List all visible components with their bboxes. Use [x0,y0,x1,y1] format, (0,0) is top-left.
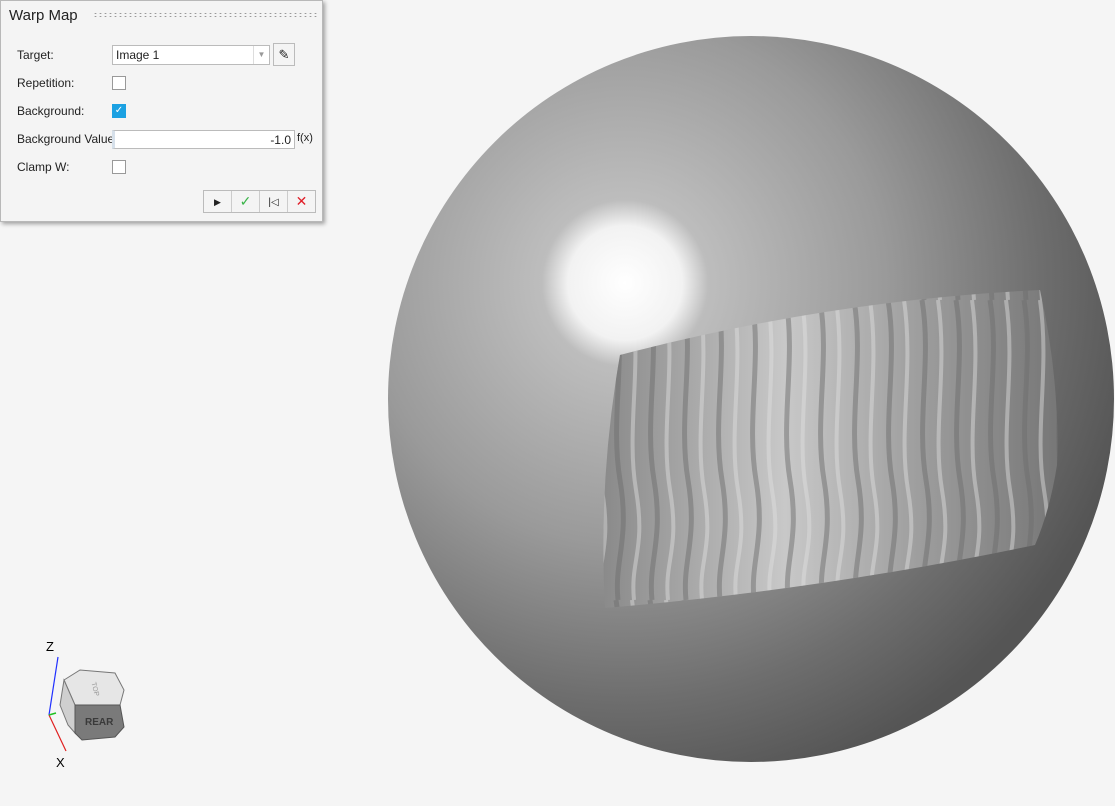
background-checkbox[interactable]: ✓ [112,104,126,118]
play-icon: ▶ [214,197,221,207]
action-buttons: ▶ ✓ |◁ ✕ [203,190,316,213]
drag-handle[interactable] [93,12,317,18]
z-axis [48,656,59,716]
warp-map-panel: Warp Map Target: Image 1 ▼ ✎ Repetition: … [0,0,323,222]
edit-icon: ✎ [278,47,290,62]
apply-button[interactable]: ✓ [232,191,260,212]
function-icon[interactable]: f(x) [297,132,313,144]
repetition-checkbox[interactable] [112,76,126,90]
y-axis [48,712,57,716]
chevron-down-icon[interactable]: ▼ [253,46,269,64]
clamp-w-checkbox[interactable] [112,160,126,174]
target-value: Image 1 [116,48,160,62]
run-button[interactable]: ▶ [204,191,232,212]
background-value-text: -1.0 [270,133,291,147]
reset-button[interactable]: |◁ [260,191,288,212]
background-value-label: Background Value: [17,132,118,146]
check-icon: ✓ [239,193,252,209]
target-label: Target: [17,48,54,62]
panel-title: Warp Map [9,7,78,24]
cube-face-label: REAR [85,717,114,728]
view-cube-triad[interactable]: Z X REAR TOP [40,635,140,770]
z-axis-label: Z [46,639,54,654]
view-cube[interactable]: REAR TOP [59,669,125,741]
skip-back-icon: |◁ [268,197,279,208]
x-axis-label: X [56,755,65,770]
background-label: Background: [17,104,85,118]
target-dropdown[interactable]: Image 1 ▼ [112,45,270,65]
edit-target-button[interactable]: ✎ [273,43,295,66]
clamp-w-label: Clamp W: [17,160,70,174]
background-value-input[interactable]: -1.0 [112,130,295,149]
close-button[interactable]: ✕ [288,191,315,212]
repetition-label: Repetition: [17,76,75,90]
close-icon: ✕ [295,193,308,209]
x-axis [48,714,67,752]
